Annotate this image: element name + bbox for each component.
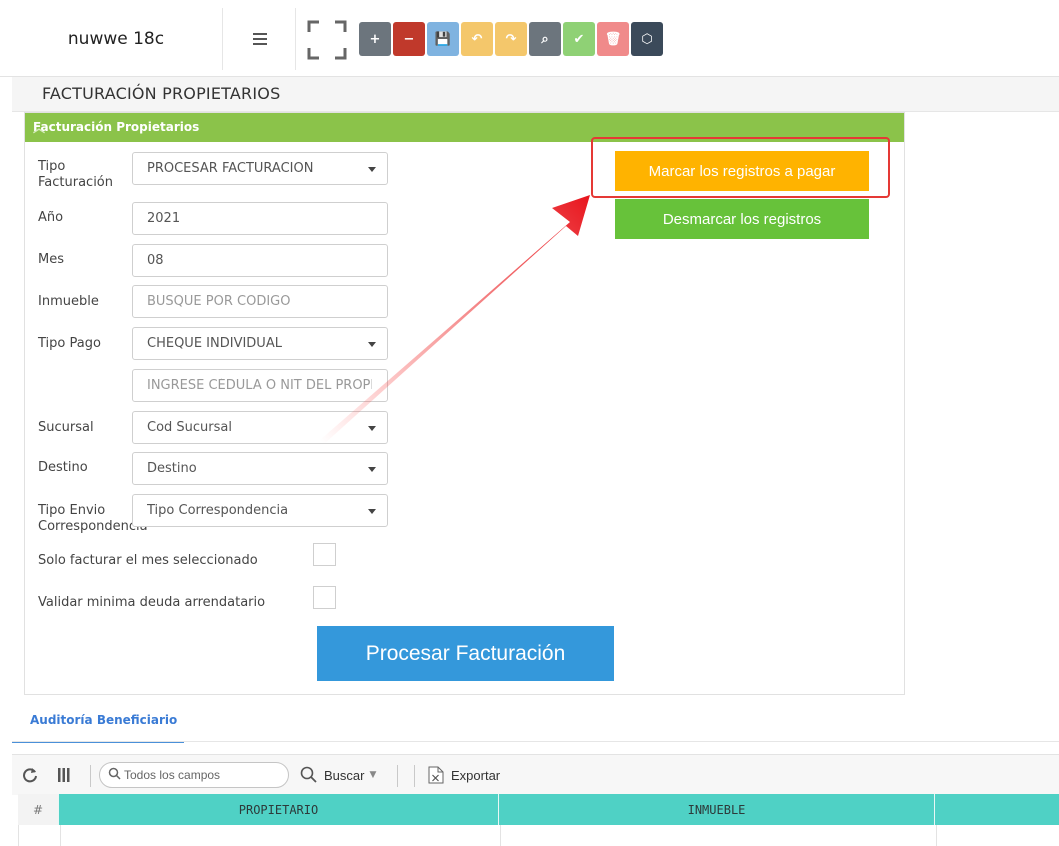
refresh-icon[interactable]	[22, 767, 38, 783]
table-cell	[60, 825, 501, 846]
search-placeholder: Todos los campos	[124, 768, 221, 782]
tipo-facturacion-label: Tipo Facturación	[38, 159, 113, 191]
column-header-propietario[interactable]: PROPIETARIO	[59, 794, 499, 825]
tipo-facturacion-select[interactable]: PROCESAR FACTURACIÓN	[132, 152, 388, 185]
tipo-pago-label: Tipo Pago	[38, 336, 101, 351]
tipo-facturacion-label-line2: Facturación	[38, 175, 113, 190]
unmark-records-button[interactable]: Desmarcar los registros	[615, 199, 869, 239]
delete-button[interactable]: 🗑	[597, 22, 629, 56]
process-billing-button[interactable]: Procesar Facturación	[317, 626, 614, 681]
page-title-bar: FACTURACIÓN PROPIETARIOS	[12, 77, 1059, 112]
mes-input[interactable]: 08	[132, 244, 388, 277]
caret-down-icon: ▼	[369, 770, 377, 780]
destino-value: Destino	[147, 461, 197, 476]
undo-icon: ↶	[471, 31, 483, 47]
column-header-index[interactable]: #	[18, 794, 59, 825]
tab-divider	[12, 741, 1059, 742]
redo-icon: ↷	[505, 31, 517, 47]
table-cell	[19, 825, 61, 846]
export-label: Exportar	[451, 767, 501, 783]
table-cell	[500, 825, 937, 846]
redo-button[interactable]: ↷	[495, 22, 527, 56]
table-row[interactable]	[18, 825, 1059, 846]
fullscreen-button[interactable]	[307, 20, 347, 60]
hamburger-menu-button[interactable]	[225, 8, 296, 70]
hamburger-icon	[253, 33, 267, 45]
column-header-extra[interactable]	[935, 794, 1059, 825]
search-button[interactable]: Buscar ▼	[300, 764, 376, 786]
search-icon	[108, 767, 121, 780]
top-bar: nuwwe 18c + − 💾 ↶ ↷ ⌕ ✔ 🗑 ⬡	[0, 0, 1059, 77]
validar-deuda-label: Validar minima deuda arrendatario	[38, 595, 266, 610]
mes-value: 08	[147, 253, 164, 268]
anio-input[interactable]: 2021	[132, 202, 388, 235]
solo-mes-checkbox[interactable]	[313, 543, 336, 566]
save-button[interactable]: 💾	[427, 22, 459, 56]
tipo-envio-select[interactable]: Tipo Correspondencia	[132, 494, 388, 527]
tab-label: Auditoría Beneficiario	[30, 713, 178, 727]
highlight-box	[591, 137, 890, 198]
mes-label: Mes	[38, 252, 64, 267]
sucursal-label: Sucursal	[38, 420, 94, 435]
export-button[interactable]: Exportar	[428, 764, 500, 786]
anio-label: Año	[38, 210, 64, 225]
grid-header: # PROPIETARIO INMUEBLE	[18, 794, 1059, 825]
cube-icon: ⬡	[641, 31, 653, 47]
confirm-button[interactable]: ✔	[563, 22, 595, 56]
floppy-icon: 💾	[434, 31, 452, 47]
solo-mes-label: Solo facturar el mes seleccionado	[38, 553, 258, 568]
chevron-down-icon	[368, 426, 376, 431]
plus-icon: +	[369, 31, 381, 47]
tipo-pago-value: CHEQUE INDIVIDUAL	[147, 336, 282, 351]
toolbar-separator	[90, 765, 91, 787]
validar-deuda-checkbox[interactable]	[313, 586, 336, 609]
tipo-pago-select[interactable]: CHEQUE INDIVIDUAL	[132, 327, 388, 360]
collapse-icon[interactable]: ︿	[33, 119, 896, 136]
destino-select[interactable]: Destino	[132, 452, 388, 485]
add-button[interactable]: +	[359, 22, 391, 56]
sucursal-value: Cod Sucursal	[147, 420, 232, 435]
grid-search-input[interactable]: Todos los campos	[99, 762, 289, 788]
chevron-down-icon	[368, 167, 376, 172]
tab-auditoria-beneficiario[interactable]: Auditoría Beneficiario	[12, 707, 184, 743]
inmueble-placeholder: BUSQUE POR CÓDIGO	[147, 294, 291, 309]
destino-label: Destino	[38, 460, 88, 475]
undo-button[interactable]: ↶	[461, 22, 493, 56]
search-button[interactable]: ⌕	[529, 22, 561, 56]
inmueble-input[interactable]: BUSQUE POR CÓDIGO	[132, 285, 388, 318]
package-button[interactable]: ⬡	[631, 22, 663, 56]
magnifier-icon	[300, 766, 317, 783]
sucursal-select[interactable]: Cod Sucursal	[132, 411, 388, 444]
tipo-facturacion-label-line1: Tipo	[38, 159, 66, 174]
tipo-facturacion-value: PROCESAR FACTURACIÓN	[147, 161, 314, 176]
anio-value: 2021	[147, 211, 181, 226]
trash-icon: 🗑	[604, 31, 622, 47]
excel-file-icon	[428, 766, 444, 784]
company-name[interactable]: nuwwe 18c	[10, 8, 223, 70]
toolbar-separator	[397, 765, 398, 787]
magnifier-icon: ⌕	[541, 31, 549, 47]
remove-button[interactable]: −	[393, 22, 425, 56]
chevron-down-icon	[368, 509, 376, 514]
toolbar-separator	[414, 765, 415, 787]
tipo-envio-value: Tipo Correspondencia	[147, 503, 289, 518]
chevron-down-icon	[368, 342, 376, 347]
chevron-down-icon	[368, 467, 376, 472]
search-button-label: Buscar	[324, 767, 365, 783]
inmueble-label: Inmueble	[38, 294, 99, 309]
company-name-text: nuwwe 18c	[67, 29, 165, 49]
column-header-inmueble[interactable]: INMUEBLE	[499, 794, 935, 825]
fullscreen-icon	[307, 20, 347, 60]
check-icon: ✔	[573, 31, 585, 47]
minus-icon: −	[403, 31, 415, 47]
billing-panel: Facturación Propietarios ︿ Tipo Facturac…	[24, 112, 905, 695]
grid-toolbar: Todos los campos Buscar ▼ Exportar	[12, 754, 1059, 795]
columns-icon[interactable]	[57, 767, 71, 783]
cedula-placeholder: INGRESE CÉDULA Ó NIT DEL PROPIETARIO	[147, 378, 372, 393]
cedula-input[interactable]: INGRESE CÉDULA Ó NIT DEL PROPIETARIO	[132, 369, 388, 402]
page-title: FACTURACIÓN PROPIETARIOS	[42, 84, 281, 103]
